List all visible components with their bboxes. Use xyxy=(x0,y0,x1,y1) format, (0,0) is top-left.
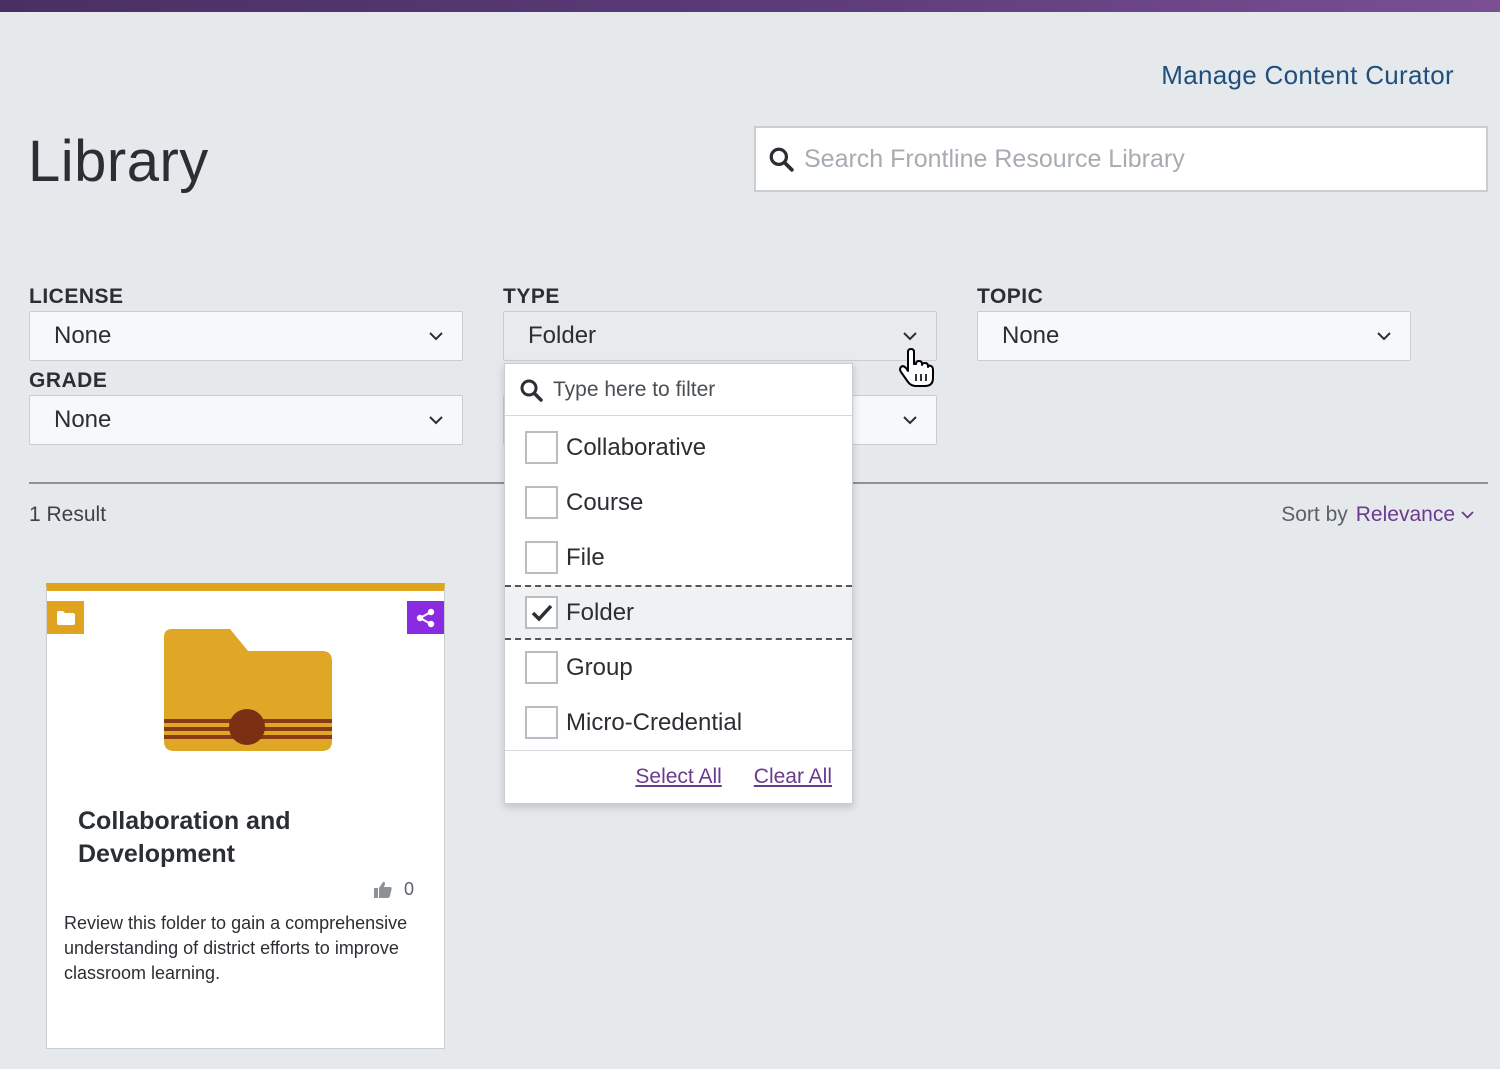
dropdown-footer: Select All Clear All xyxy=(505,750,852,803)
type-option-collaborative[interactable]: Collaborative xyxy=(505,420,852,475)
top-brand-bar xyxy=(0,0,1500,12)
topic-select[interactable]: None xyxy=(977,311,1411,361)
result-count: 1 Result xyxy=(29,503,107,526)
option-label: Folder xyxy=(566,598,635,626)
card-title[interactable]: Collaboration and Development xyxy=(78,805,418,871)
library-search[interactable] xyxy=(754,126,1488,192)
sort-value: Relevance xyxy=(1355,503,1455,526)
select-all-link[interactable]: Select All xyxy=(635,765,721,789)
grade-label: GRADE xyxy=(29,369,108,392)
option-label: Collaborative xyxy=(566,433,707,461)
card-description: Review this folder to gain a comprehensi… xyxy=(64,913,408,983)
result-card[interactable]: Collaboration and Development 0 Review t… xyxy=(46,583,445,1049)
type-options-list: Collaborative Course File Folder Group Micro-… xyxy=(505,416,852,750)
search-icon xyxy=(769,147,794,172)
chevron-down-icon xyxy=(429,332,443,341)
search-icon xyxy=(520,379,543,402)
checkmark-icon xyxy=(531,604,552,622)
chevron-down-icon xyxy=(1461,511,1474,519)
option-checkbox[interactable] xyxy=(525,431,558,464)
option-label: File xyxy=(566,543,605,571)
type-value: Folder xyxy=(528,322,597,349)
topic-value: None xyxy=(1002,322,1060,349)
option-label: Course xyxy=(566,488,644,516)
share-icon xyxy=(416,608,434,627)
manage-content-curator-link[interactable]: Manage Content Curator xyxy=(1161,60,1454,91)
type-option-course[interactable]: Course xyxy=(505,475,852,530)
chevron-down-icon xyxy=(903,332,917,341)
chevron-down-icon xyxy=(1377,332,1391,341)
like-count: 0 xyxy=(403,879,414,899)
license-label: LICENSE xyxy=(29,285,124,308)
like-counter[interactable]: 0 xyxy=(373,879,414,900)
topic-label: TOPIC xyxy=(977,285,1044,308)
license-select[interactable]: None xyxy=(29,311,463,361)
type-select[interactable]: Folder xyxy=(503,311,937,361)
thumbs-up-icon xyxy=(373,881,392,898)
option-checkbox[interactable] xyxy=(525,541,558,574)
option-checkbox[interactable] xyxy=(525,596,558,629)
search-input[interactable] xyxy=(804,144,1454,174)
chevron-down-icon xyxy=(903,416,917,425)
dropdown-filter[interactable] xyxy=(505,364,852,416)
option-checkbox[interactable] xyxy=(525,486,558,519)
clear-all-link[interactable]: Clear All xyxy=(754,765,832,789)
grade-select[interactable]: None xyxy=(29,395,463,445)
option-label: Group xyxy=(566,653,633,681)
page-title: Library xyxy=(28,129,209,194)
type-option-group[interactable]: Group xyxy=(505,640,852,695)
type-option-micro-credential[interactable]: Micro-Credential xyxy=(505,695,852,750)
sort-label: Sort by xyxy=(1281,503,1348,526)
grade-value: None xyxy=(54,406,112,433)
type-option-folder[interactable]: Folder xyxy=(505,585,852,640)
type-option-file[interactable]: File xyxy=(505,530,852,585)
share-button[interactable] xyxy=(407,601,444,634)
type-dropdown-menu[interactable]: Collaborative Course File Folder Group Micro-… xyxy=(504,363,853,804)
option-checkbox[interactable] xyxy=(525,706,558,739)
license-value: None xyxy=(54,322,112,349)
option-label: Micro-Credential xyxy=(566,708,743,736)
folder-type-badge xyxy=(47,601,84,634)
chevron-down-icon xyxy=(429,416,443,425)
sort-dropdown[interactable]: Relevance xyxy=(1356,503,1474,527)
sort-control[interactable]: Sort by Relevance xyxy=(1281,503,1474,527)
dropdown-filter-input[interactable] xyxy=(553,377,843,402)
hand-cursor-icon xyxy=(899,348,934,387)
option-checkbox[interactable] xyxy=(525,651,558,684)
type-label: TYPE xyxy=(503,285,560,308)
folder-icon xyxy=(56,610,75,625)
folder-illustration xyxy=(164,629,332,751)
